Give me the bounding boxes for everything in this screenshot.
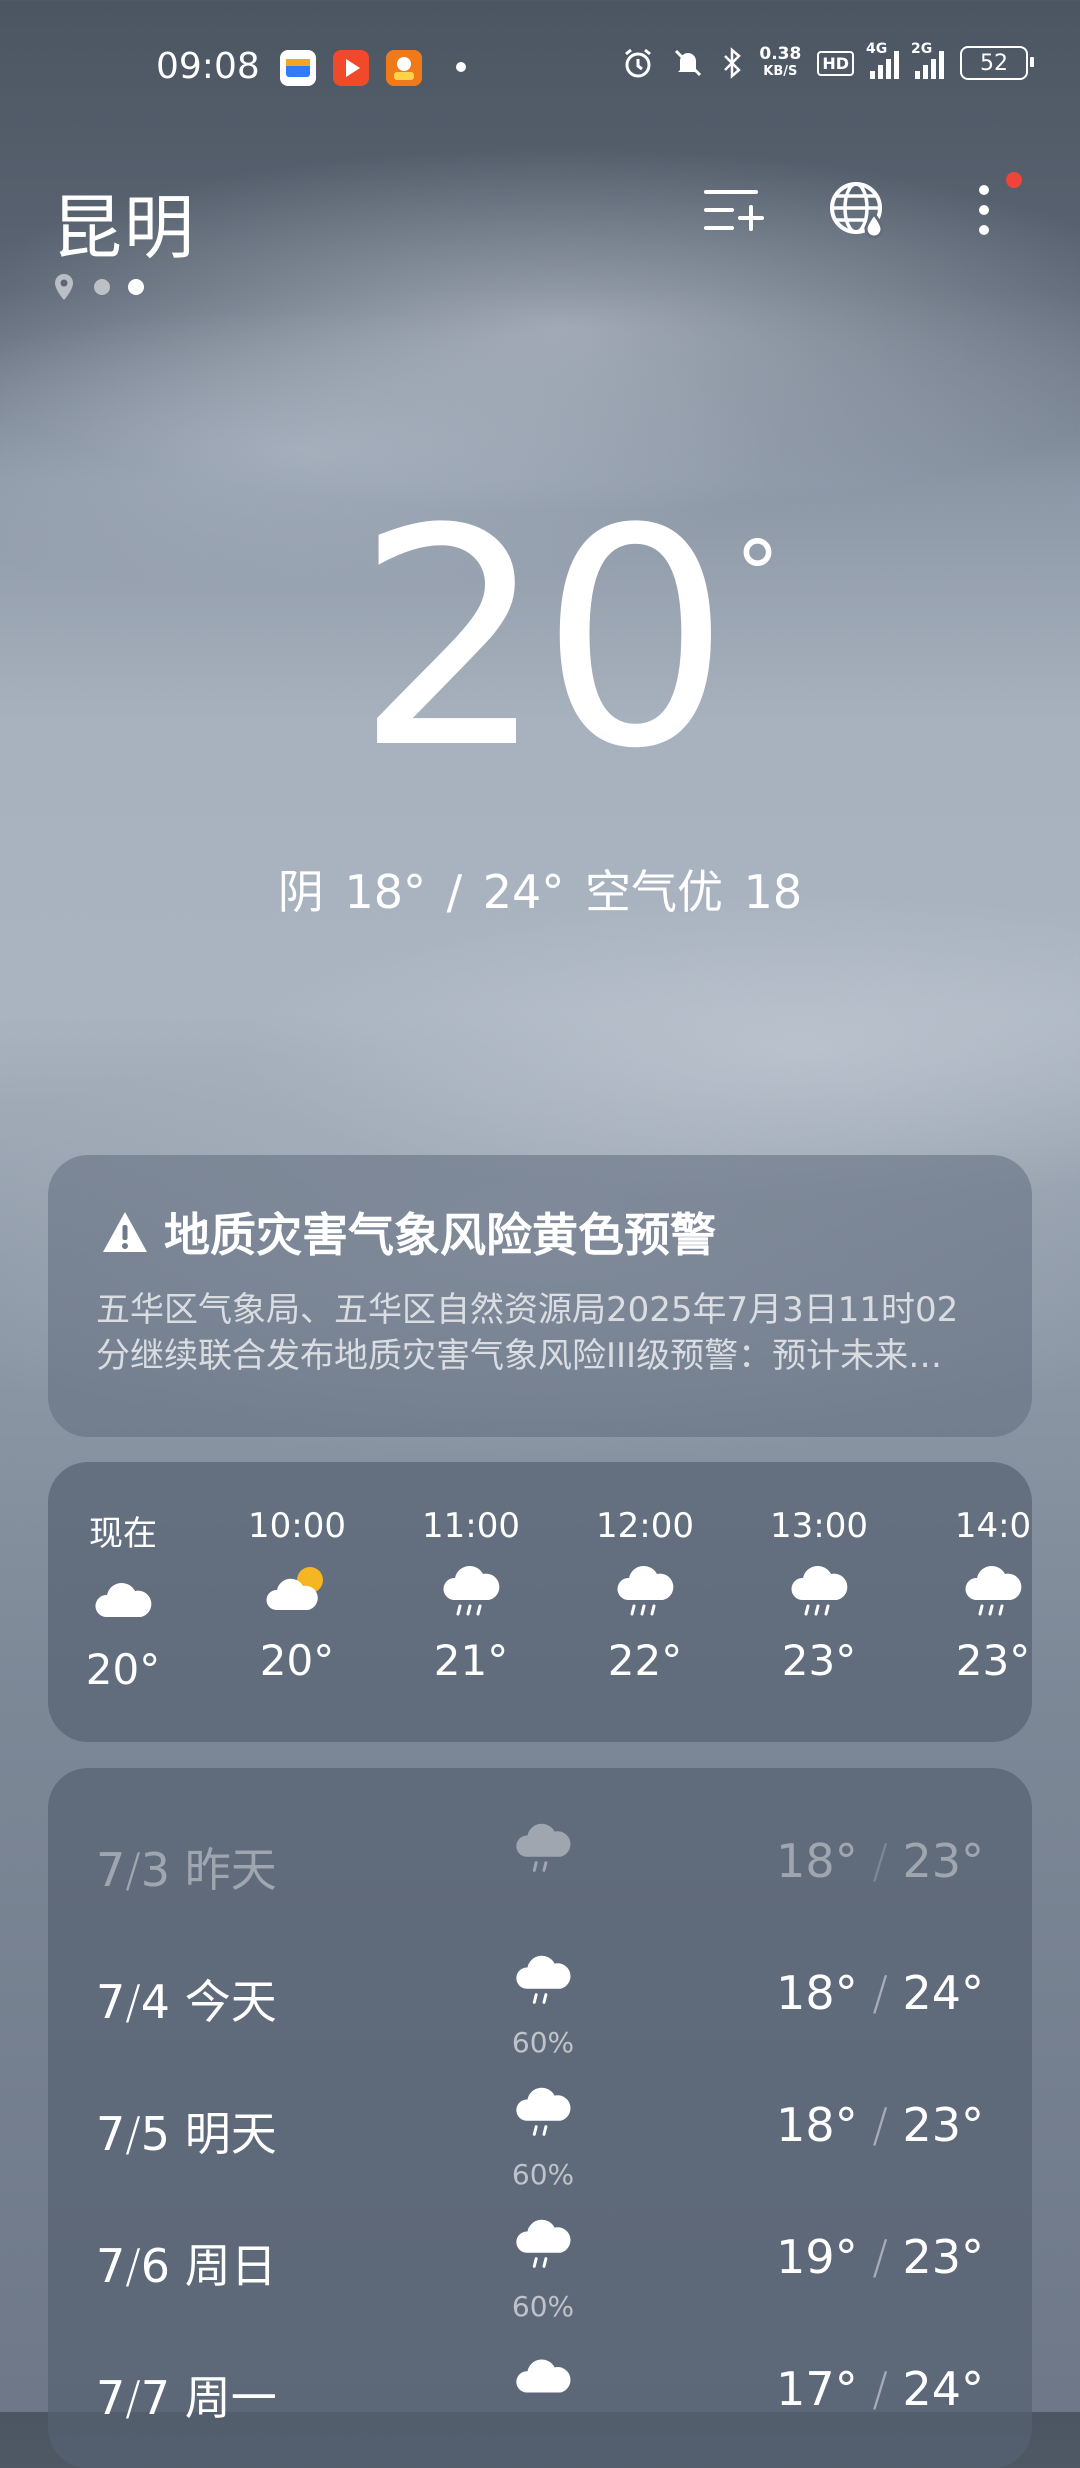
daily-date: 7/6 周日	[96, 2239, 277, 2293]
more-vertical-icon[interactable]	[952, 178, 1016, 242]
battery-indicator: 52	[960, 46, 1034, 80]
menu-notification-badge	[1006, 172, 1022, 188]
daily-row[interactable]: 7/6 周日 60% 19° / 23°	[48, 2206, 1032, 2323]
partly-cloudy-icon	[266, 1567, 323, 1610]
alert-title-row: 地质灾害气象风险黄色预警	[100, 1199, 716, 1265]
hourly-item[interactable]: 现在 20°	[63, 1506, 183, 1694]
hourly-item[interactable]: 12:00 22°	[585, 1506, 705, 1685]
status-time: 09:08	[156, 46, 260, 87]
precipitation-chance: 60%	[511, 2290, 575, 2323]
video-app-icon	[333, 50, 369, 86]
net-speed: 0.38 KB/S	[759, 44, 802, 80]
light-rain-icon	[516, 2087, 571, 2136]
daily-date: 7/3 昨天	[96, 1843, 277, 1897]
cloudy-icon	[95, 1582, 152, 1617]
mute-bell-icon	[675, 49, 702, 77]
hourly-item[interactable]: 14:0 23°	[933, 1506, 1032, 1685]
light-rain-icon	[965, 1565, 1022, 1616]
precipitation-chance: 60%	[511, 2158, 575, 2191]
daily-row[interactable]: 7/7 周一 17° / 24°	[48, 2338, 1032, 2438]
hourly-item[interactable]: 11:00 21°	[411, 1506, 531, 1685]
light-rain-icon	[516, 1823, 571, 1872]
page-dot-active	[128, 279, 144, 295]
globe-drop-icon[interactable]	[826, 178, 890, 242]
hourly-item[interactable]: 10:00 20°	[237, 1506, 357, 1685]
daily-temp-range: 18° / 24°	[776, 1966, 984, 2020]
light-rain-icon	[516, 1955, 571, 2004]
daily-row[interactable]: 7/5 明天 60% 18° / 23°	[48, 2074, 1032, 2191]
daily-date: 7/4 今天	[96, 1975, 277, 2029]
cloudy-icon	[516, 2359, 571, 2393]
light-rain-icon	[516, 2219, 571, 2268]
hd-badge: HD	[817, 50, 854, 76]
daily-temp-range: 18° / 23°	[776, 1834, 984, 1888]
daily-row[interactable]: 7/3 昨天 18° / 23°	[48, 1810, 1032, 1910]
wallet-app-icon	[280, 50, 316, 86]
notification-dot-icon	[456, 62, 466, 72]
alarm-icon	[625, 48, 652, 78]
daily-row[interactable]: 7/4 今天 60% 18° / 24°	[48, 1942, 1032, 2059]
daily-temp-range: 18° / 23°	[776, 2098, 984, 2152]
page-dot	[94, 279, 110, 295]
daily-date: 7/7 周一	[96, 2371, 277, 2425]
alert-description: 五华区气象局、五华区自然资源局2025年7月3日11时02 分继续联合发布地质灾…	[96, 1290, 959, 1376]
city-manage-icon[interactable]	[700, 178, 764, 242]
daily-forecast-card[interactable]: 7/3 昨天 18° / 23° 7/4 今天 60% 18° / 24° 7/…	[48, 1768, 1032, 2468]
hourly-item[interactable]: 13:00 23°	[759, 1506, 879, 1685]
alert-title: 地质灾害气象风险黄色预警	[164, 1208, 716, 1262]
location-pin-icon	[55, 274, 73, 300]
daily-date: 7/5 明天	[96, 2107, 277, 2161]
status-bar: 09:08 0.38 KB/S HD 4G 2G 52	[0, 0, 1080, 140]
bluetooth-icon	[724, 47, 742, 79]
light-rain-icon	[617, 1565, 674, 1616]
signal-strength-icon-2: 2G	[911, 41, 944, 79]
signal-strength-icon-1: 4G	[866, 41, 899, 79]
daily-temp-range: 19° / 23°	[776, 2230, 984, 2284]
warning-icon	[103, 1212, 147, 1252]
hourly-forecast-card[interactable]: 现在 20° 10:00 20° 11:00 21° 12:00 22° 13:…	[48, 1462, 1032, 1742]
light-rain-icon	[791, 1565, 848, 1616]
game-app-icon	[386, 50, 422, 86]
daily-temp-range: 17° / 24°	[776, 2362, 984, 2416]
current-temperature: 20 °	[355, 465, 780, 814]
light-rain-icon	[443, 1565, 500, 1616]
precipitation-chance: 60%	[511, 2026, 575, 2059]
weather-summary: 阴 18° / 24° 空气优 18	[277, 865, 803, 919]
city-page-indicator	[52, 272, 144, 302]
city-name[interactable]: 昆明	[52, 172, 196, 273]
weather-alert-card[interactable]: 地质灾害气象风险黄色预警 五华区气象局、五华区自然资源局2025年7月3日11时…	[48, 1155, 1032, 1437]
status-icons: 0.38 KB/S HD 4G 2G 52	[621, 41, 1034, 80]
